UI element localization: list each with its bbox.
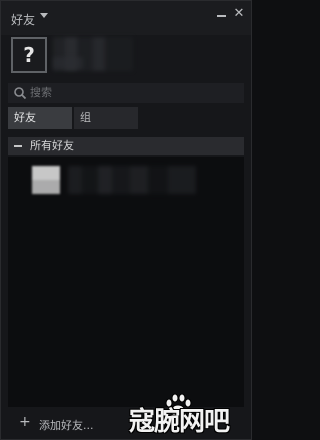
collapse-icon[interactable] [14, 145, 22, 147]
add-friend-button[interactable]: 添加好友... [39, 417, 94, 433]
user-avatar[interactable]: ? [11, 37, 47, 73]
minimize-icon[interactable] [217, 15, 226, 17]
profile-status-redacted [53, 57, 83, 69]
tab-groups[interactable]: 组 [74, 107, 138, 129]
friend-avatar [32, 166, 60, 194]
section-label: 所有好友 [30, 139, 74, 152]
search-input[interactable] [30, 83, 238, 103]
search-icon [13, 86, 27, 100]
tab-friends[interactable]: 好友 [8, 107, 72, 129]
chevron-down-icon[interactable] [40, 13, 48, 18]
title-bar: 好友 ✕ [1, 1, 251, 35]
watermark-logo: 寇腕网吧 [125, 393, 247, 437]
friend-list [8, 157, 244, 407]
list-item[interactable] [8, 163, 244, 197]
close-icon[interactable]: ✕ [232, 7, 246, 21]
window-title[interactable]: 好友 [11, 11, 35, 28]
section-header-all-friends[interactable]: 所有好友 [8, 137, 244, 155]
friends-window: 好友 ✕ ? 好友 组 所有好友 + 添加好友... [0, 0, 252, 440]
friend-name-redacted [68, 166, 196, 194]
watermark-text: 寇腕网吧 [129, 407, 230, 437]
plus-icon[interactable]: + [19, 415, 31, 429]
search-box[interactable] [8, 83, 244, 103]
